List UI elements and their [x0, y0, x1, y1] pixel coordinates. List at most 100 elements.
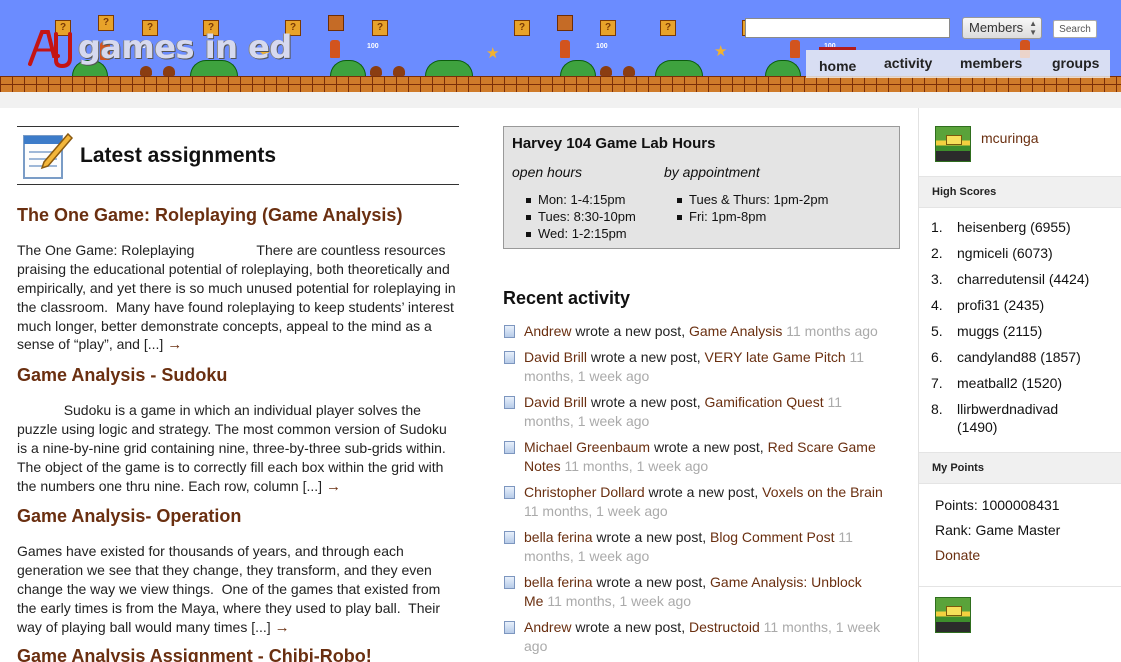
activity-user-link[interactable]: Andrew — [524, 323, 571, 339]
nav-home[interactable]: home — [819, 47, 857, 74]
bush-icon — [765, 60, 801, 77]
activity-user-link[interactable]: bella ferina — [524, 529, 593, 545]
star-icon: ★ — [486, 45, 500, 62]
goomba-icon — [370, 66, 382, 76]
score-item: 8. llirbwerdnadivad (1490) — [919, 400, 1067, 436]
open-hours-list: Mon: 1-4:15pm Tues: 8:30-10pm Wed: 1-2:1… — [524, 191, 636, 242]
nav-members[interactable]: members — [960, 55, 1022, 71]
bush-icon — [560, 60, 596, 77]
main-content: Latest assignments The One Game: Rolepla… — [0, 108, 1121, 662]
goomba-icon — [600, 66, 612, 76]
document-icon — [504, 396, 515, 409]
activity-action: wrote a new post, — [644, 484, 763, 500]
activity-item: Andrew wrote a new post, Destructoid 11 … — [503, 618, 883, 656]
activity-user-link[interactable]: bella ferina — [524, 574, 593, 590]
nav-groups[interactable]: groups — [1052, 55, 1099, 71]
post-title-link[interactable]: Game Analysis - Sudoku — [17, 365, 459, 386]
goomba-icon — [623, 66, 635, 76]
assignments-header: Latest assignments — [17, 126, 459, 185]
score-entry: muggs (2115) — [957, 323, 1043, 339]
activity-action: wrote a new post, — [650, 439, 768, 455]
activity-user-link[interactable]: Christopher Dollard — [524, 484, 645, 500]
star-icon: ★ — [714, 43, 728, 60]
score-rank: 7. — [931, 375, 943, 391]
score-entry: llirbwerdnadivad (1490) — [957, 401, 1059, 435]
activity-post-link[interactable]: Voxels on the Brain — [762, 484, 883, 500]
search-button[interactable]: Search — [1053, 20, 1097, 38]
search-input[interactable] — [745, 18, 950, 38]
post-excerpt-text: Games have existed for thousands of year… — [17, 543, 445, 635]
activity-post-link[interactable]: Destructoid — [689, 619, 760, 635]
activity-item: David Brill wrote a new post, Gamificati… — [503, 393, 883, 431]
sidebar: mcuringa High Scores 1. heisenberg (6955)… — [918, 108, 1121, 662]
points-value: Points: 1000008431 — [935, 497, 1060, 513]
site-header: ? ? ? ? ? ? ? ? ? ? ★ ★ ★ 100 100 100 10… — [0, 0, 1121, 92]
high-scores-heading: High Scores — [919, 176, 1121, 208]
score-entry: charredutensil (4424) — [957, 271, 1090, 287]
activity-user-link[interactable]: Andrew — [524, 619, 571, 635]
list-item: Wed: 1-2:15pm — [524, 225, 636, 242]
activity-user-link[interactable]: David Brill — [524, 394, 587, 410]
activity-user-link[interactable]: Michael Greenbaum — [524, 439, 650, 455]
post-title-link[interactable]: Game Analysis Assignment - Chibi-Robo! — [17, 646, 459, 662]
assignments-heading: Latest assignments — [80, 144, 277, 167]
activity-item: bella ferina wrote a new post, Blog Comm… — [503, 528, 883, 566]
search-scope-value: Members — [969, 20, 1024, 35]
score-entry: heisenberg (6955) — [957, 219, 1071, 235]
read-more-link[interactable]: → — [326, 478, 341, 495]
activity-post-link[interactable]: Gamification Quest — [705, 394, 824, 410]
activity-post-link[interactable]: Game Analysis — [689, 323, 782, 339]
select-arrows-icon: ▲ ▼ — [1029, 19, 1037, 37]
read-more-link[interactable]: → — [167, 336, 182, 353]
avatar[interactable] — [935, 126, 971, 162]
bush-icon — [655, 60, 703, 77]
activity-item: David Brill wrote a new post, VERY late … — [503, 348, 883, 386]
nav-activity[interactable]: activity — [884, 55, 932, 71]
site-logo-icon[interactable] — [26, 26, 76, 70]
site-title[interactable]: games in ed — [78, 28, 292, 66]
brick-ground — [0, 76, 1121, 92]
activity-post-link[interactable]: VERY late Game Pitch — [705, 349, 846, 365]
score-entry: profi31 (2435) — [957, 297, 1045, 313]
high-scores-list: 1. heisenberg (6955) 2. ngmiceli (6073) 3.… — [919, 218, 1121, 436]
document-icon — [504, 576, 515, 589]
list-item: Fri: 1pm-8pm — [675, 208, 828, 225]
question-block-icon: ? — [514, 20, 530, 36]
score-item: 2. ngmiceli (6073) — [919, 244, 1121, 262]
activity-time: 11 months, 1 week ago — [543, 593, 692, 609]
post-excerpt: Games have existed for thousands of year… — [17, 542, 459, 638]
rank-value: Rank: Game Master — [935, 522, 1061, 538]
score-entry: ngmiceli (6073) — [957, 245, 1053, 261]
assignments-column: Latest assignments The One Game: Rolepla… — [17, 108, 459, 662]
score-rank: 3. — [931, 271, 943, 287]
post-item: Game Analysis - Sudoku Sudoku is a game … — [17, 365, 459, 497]
document-icon — [504, 531, 515, 544]
post-title-link[interactable]: Game Analysis- Operation — [17, 506, 459, 527]
question-block-icon: ? — [372, 20, 388, 36]
post-excerpt: The One Game: Roleplaying There are coun… — [17, 241, 459, 356]
goomba-icon — [163, 66, 175, 76]
activity-list: Andrew wrote a new post, Game Analysis 1… — [503, 322, 883, 662]
mario-sprite-icon — [560, 40, 570, 58]
activity-post-link[interactable]: Blog Comment Post — [710, 529, 835, 545]
list-item: Tues & Thurs: 1pm-2pm — [675, 191, 828, 208]
username-link[interactable]: mcuringa — [981, 130, 1039, 146]
lab-hours-box: Harvey 104 Game Lab Hours open hours by … — [503, 126, 900, 249]
avatar[interactable] — [935, 597, 971, 633]
read-more-link[interactable]: → — [275, 619, 290, 636]
brick-block-icon — [328, 15, 344, 31]
activity-action: wrote a new post, — [592, 529, 711, 545]
activity-action: wrote a new post, — [592, 574, 711, 590]
activity-action: wrote a new post, — [571, 323, 689, 339]
document-icon — [504, 621, 515, 634]
profile-widget: mcuringa — [919, 108, 1121, 176]
profile-widget — [919, 587, 1121, 633]
activity-user-link[interactable]: David Brill — [524, 349, 587, 365]
donate-link[interactable]: Donate — [919, 547, 1121, 563]
activity-time: 11 months, 1 week ago — [524, 503, 668, 519]
brick-block-icon — [557, 15, 573, 31]
post-excerpt-text: The One Game: Roleplaying There are coun… — [17, 242, 460, 353]
search-scope-select[interactable]: Members ▲ ▼ — [962, 17, 1042, 39]
score-popup: 100 — [596, 43, 608, 50]
post-title-link[interactable]: The One Game: Roleplaying (Game Analysis… — [17, 205, 459, 226]
